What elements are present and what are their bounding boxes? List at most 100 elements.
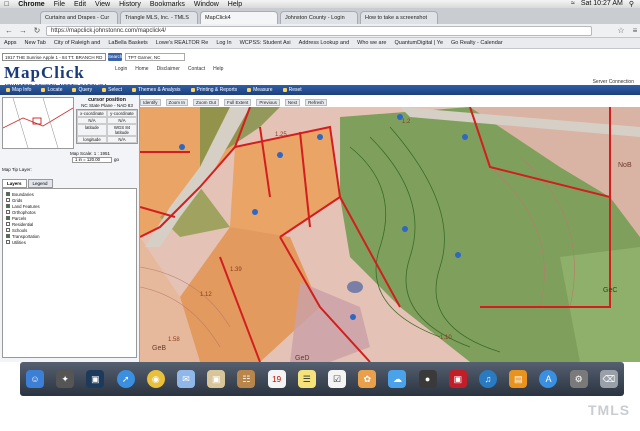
- scale-input[interactable]: 1 in = 120.00: [72, 157, 112, 163]
- bookmark-item[interactable]: City of Raleigh and: [54, 40, 100, 46]
- previous-tool[interactable]: Previous: [256, 98, 280, 106]
- apple-icon[interactable]: : [4, 1, 9, 8]
- bookmark-item[interactable]: Who we are: [357, 40, 386, 46]
- search-input[interactable]: 1917 THE Sunrise Apple 1 - 84 TT. BRANCH…: [2, 53, 106, 61]
- menu-view[interactable]: View: [95, 1, 110, 8]
- menu-query[interactable]: Query: [72, 87, 92, 93]
- layer-item[interactable]: Utilities: [6, 239, 133, 245]
- nav-home[interactable]: Home: [135, 66, 148, 72]
- url-input[interactable]: https://mapclick.johnstonnc.com/mapclick…: [46, 25, 592, 36]
- mail-icon[interactable]: ✉: [177, 370, 196, 388]
- tab-screenshot[interactable]: How to take a screenshot: [360, 11, 438, 24]
- menu-chrome[interactable]: Chrome: [18, 1, 44, 8]
- bookmark-item[interactable]: New Tab: [25, 40, 46, 46]
- menu-history[interactable]: History: [119, 1, 141, 8]
- finder-icon[interactable]: ☺: [26, 370, 44, 388]
- nav-login[interactable]: Login: [115, 66, 127, 72]
- search-icon[interactable]: ⚲: [629, 0, 634, 8]
- menu-bookmarks[interactable]: Bookmarks: [150, 1, 185, 8]
- app-store-icon[interactable]: A: [539, 370, 558, 388]
- photos-icon[interactable]: ✿: [358, 370, 377, 388]
- itunes-icon[interactable]: ♫: [479, 370, 498, 388]
- trash-icon[interactable]: ⌫: [599, 370, 618, 388]
- back-icon[interactable]: ←: [4, 26, 14, 35]
- calendar-icon[interactable]: 19: [267, 370, 286, 388]
- app-menu-bar: Map Info Locate Query Select Themes & An…: [0, 85, 640, 95]
- side-panel: cursor position NC State Plane - NAD 83 …: [0, 95, 140, 362]
- reload-icon[interactable]: ↻: [32, 26, 42, 35]
- bookmark-item[interactable]: LaBella Baskets: [108, 40, 147, 46]
- refresh-tool[interactable]: Refresh: [305, 98, 327, 106]
- bookmark-item[interactable]: QuantumDigital | Ye: [395, 40, 444, 46]
- menu-themes[interactable]: Themes & Analysis: [132, 87, 181, 93]
- photo-booth-icon[interactable]: ▣: [448, 370, 467, 388]
- tab-legend[interactable]: Legend: [27, 179, 53, 188]
- layer-checkbox[interactable]: [6, 198, 10, 202]
- menu-help[interactable]: Help: [228, 1, 242, 8]
- star-icon[interactable]: ☆: [616, 26, 626, 35]
- layer-checkbox[interactable]: [6, 234, 10, 238]
- layer-checkbox[interactable]: [6, 222, 10, 226]
- messages-icon[interactable]: ☁: [388, 370, 407, 388]
- menu-icon[interactable]: ≡: [630, 26, 640, 35]
- preview-icon[interactable]: ▣: [207, 370, 226, 388]
- bookmark-item[interactable]: WCPSS: Student Asi: [240, 40, 291, 46]
- zoom-in-tool[interactable]: Zoom In: [165, 98, 189, 106]
- layer-checkbox[interactable]: [6, 204, 10, 208]
- layer-checkbox[interactable]: [6, 210, 10, 214]
- map-canvas[interactable]: 1.25 1.2 1.12 1.39 1.58 GeB GeD NoB GeC …: [140, 107, 640, 362]
- layer-checkbox[interactable]: [6, 216, 10, 220]
- overview-map[interactable]: [2, 97, 74, 149]
- contacts-icon[interactable]: ☷: [237, 370, 256, 388]
- nav-disclaimer[interactable]: Disclaimer: [157, 66, 180, 72]
- nav-contact[interactable]: Contact: [188, 66, 205, 72]
- ibooks-icon[interactable]: ▤: [509, 370, 528, 388]
- layer-checkbox[interactable]: [6, 228, 10, 232]
- bookmark-item[interactable]: Lowe's REALTOR Re: [156, 40, 209, 46]
- zoom-out-tool[interactable]: Zoom Out: [193, 98, 220, 106]
- menu-locate[interactable]: Locate: [41, 87, 62, 93]
- reminders-icon[interactable]: ☑: [328, 370, 347, 388]
- mission-control-icon[interactable]: ▣: [86, 370, 105, 388]
- launchpad-icon[interactable]: ✦: [56, 370, 75, 388]
- identify-tool[interactable]: Identify: [140, 98, 161, 106]
- menu-window[interactable]: Window: [194, 1, 219, 8]
- layer-label: Transportation: [12, 233, 40, 239]
- layer-checkbox[interactable]: [6, 192, 10, 196]
- bookmark-item[interactable]: Address Lookup and: [299, 40, 349, 46]
- scale-go-button[interactable]: go: [114, 157, 119, 162]
- tab-curtains[interactable]: Curtains and Drapes - Cur: [40, 11, 118, 24]
- tab-triangle-mls[interactable]: Triangle MLS, Inc. - TMLS: [120, 11, 198, 24]
- saved-location-select[interactable]: TPT Garner, NC: [125, 53, 185, 61]
- tab-johnston-login[interactable]: Johnston County - Login: [280, 11, 358, 24]
- menu-measure[interactable]: Measure: [247, 87, 272, 93]
- bookmark-item[interactable]: Apps: [4, 40, 17, 46]
- menu-printing[interactable]: Printing & Reports: [191, 87, 238, 93]
- safari-icon[interactable]: ➚: [116, 370, 135, 388]
- system-preferences-icon[interactable]: ⚙: [569, 370, 588, 388]
- facetime-icon[interactable]: ●: [418, 370, 437, 388]
- notes-icon[interactable]: ☰: [297, 370, 316, 388]
- latitude-label: latitude: [77, 124, 107, 136]
- wifi-icon[interactable]: ≈: [571, 0, 575, 8]
- menu-reset[interactable]: Reset: [283, 87, 302, 93]
- bookmark-item[interactable]: Go Realty - Calendar: [451, 40, 503, 46]
- bookmark-item[interactable]: Log In: [216, 40, 231, 46]
- forward-icon[interactable]: →: [18, 26, 28, 35]
- clock[interactable]: Sat 10:27 AM: [581, 0, 623, 8]
- chrome-icon[interactable]: ◉: [146, 370, 165, 388]
- mac-dock: ☺ ✦ ▣ ➚ ◉ ✉ ▣ ☷ 19 ☰ ☑ ✿ ☁ ● ▣ ♫ ▤ A ⚙ ⌫: [20, 362, 624, 396]
- menu-map-info[interactable]: Map Info: [6, 87, 31, 93]
- layer-checkbox[interactable]: [6, 240, 10, 244]
- nav-help[interactable]: Help: [213, 66, 223, 72]
- tab-layers[interactable]: Layers: [2, 179, 27, 188]
- menu-file[interactable]: File: [54, 1, 65, 8]
- tab-mapclick[interactable]: MapClick4: [200, 11, 278, 24]
- full-extent-tool[interactable]: Full Extent: [224, 98, 252, 106]
- menu-edit[interactable]: Edit: [74, 1, 86, 8]
- search-button[interactable]: Search: [108, 53, 122, 61]
- menu-select[interactable]: Select: [102, 87, 122, 93]
- layer-label: Residential: [12, 221, 34, 227]
- next-tool[interactable]: Next: [284, 98, 301, 106]
- cursor-position-panel: cursor position NC State Plane - NAD 83 …: [76, 97, 138, 149]
